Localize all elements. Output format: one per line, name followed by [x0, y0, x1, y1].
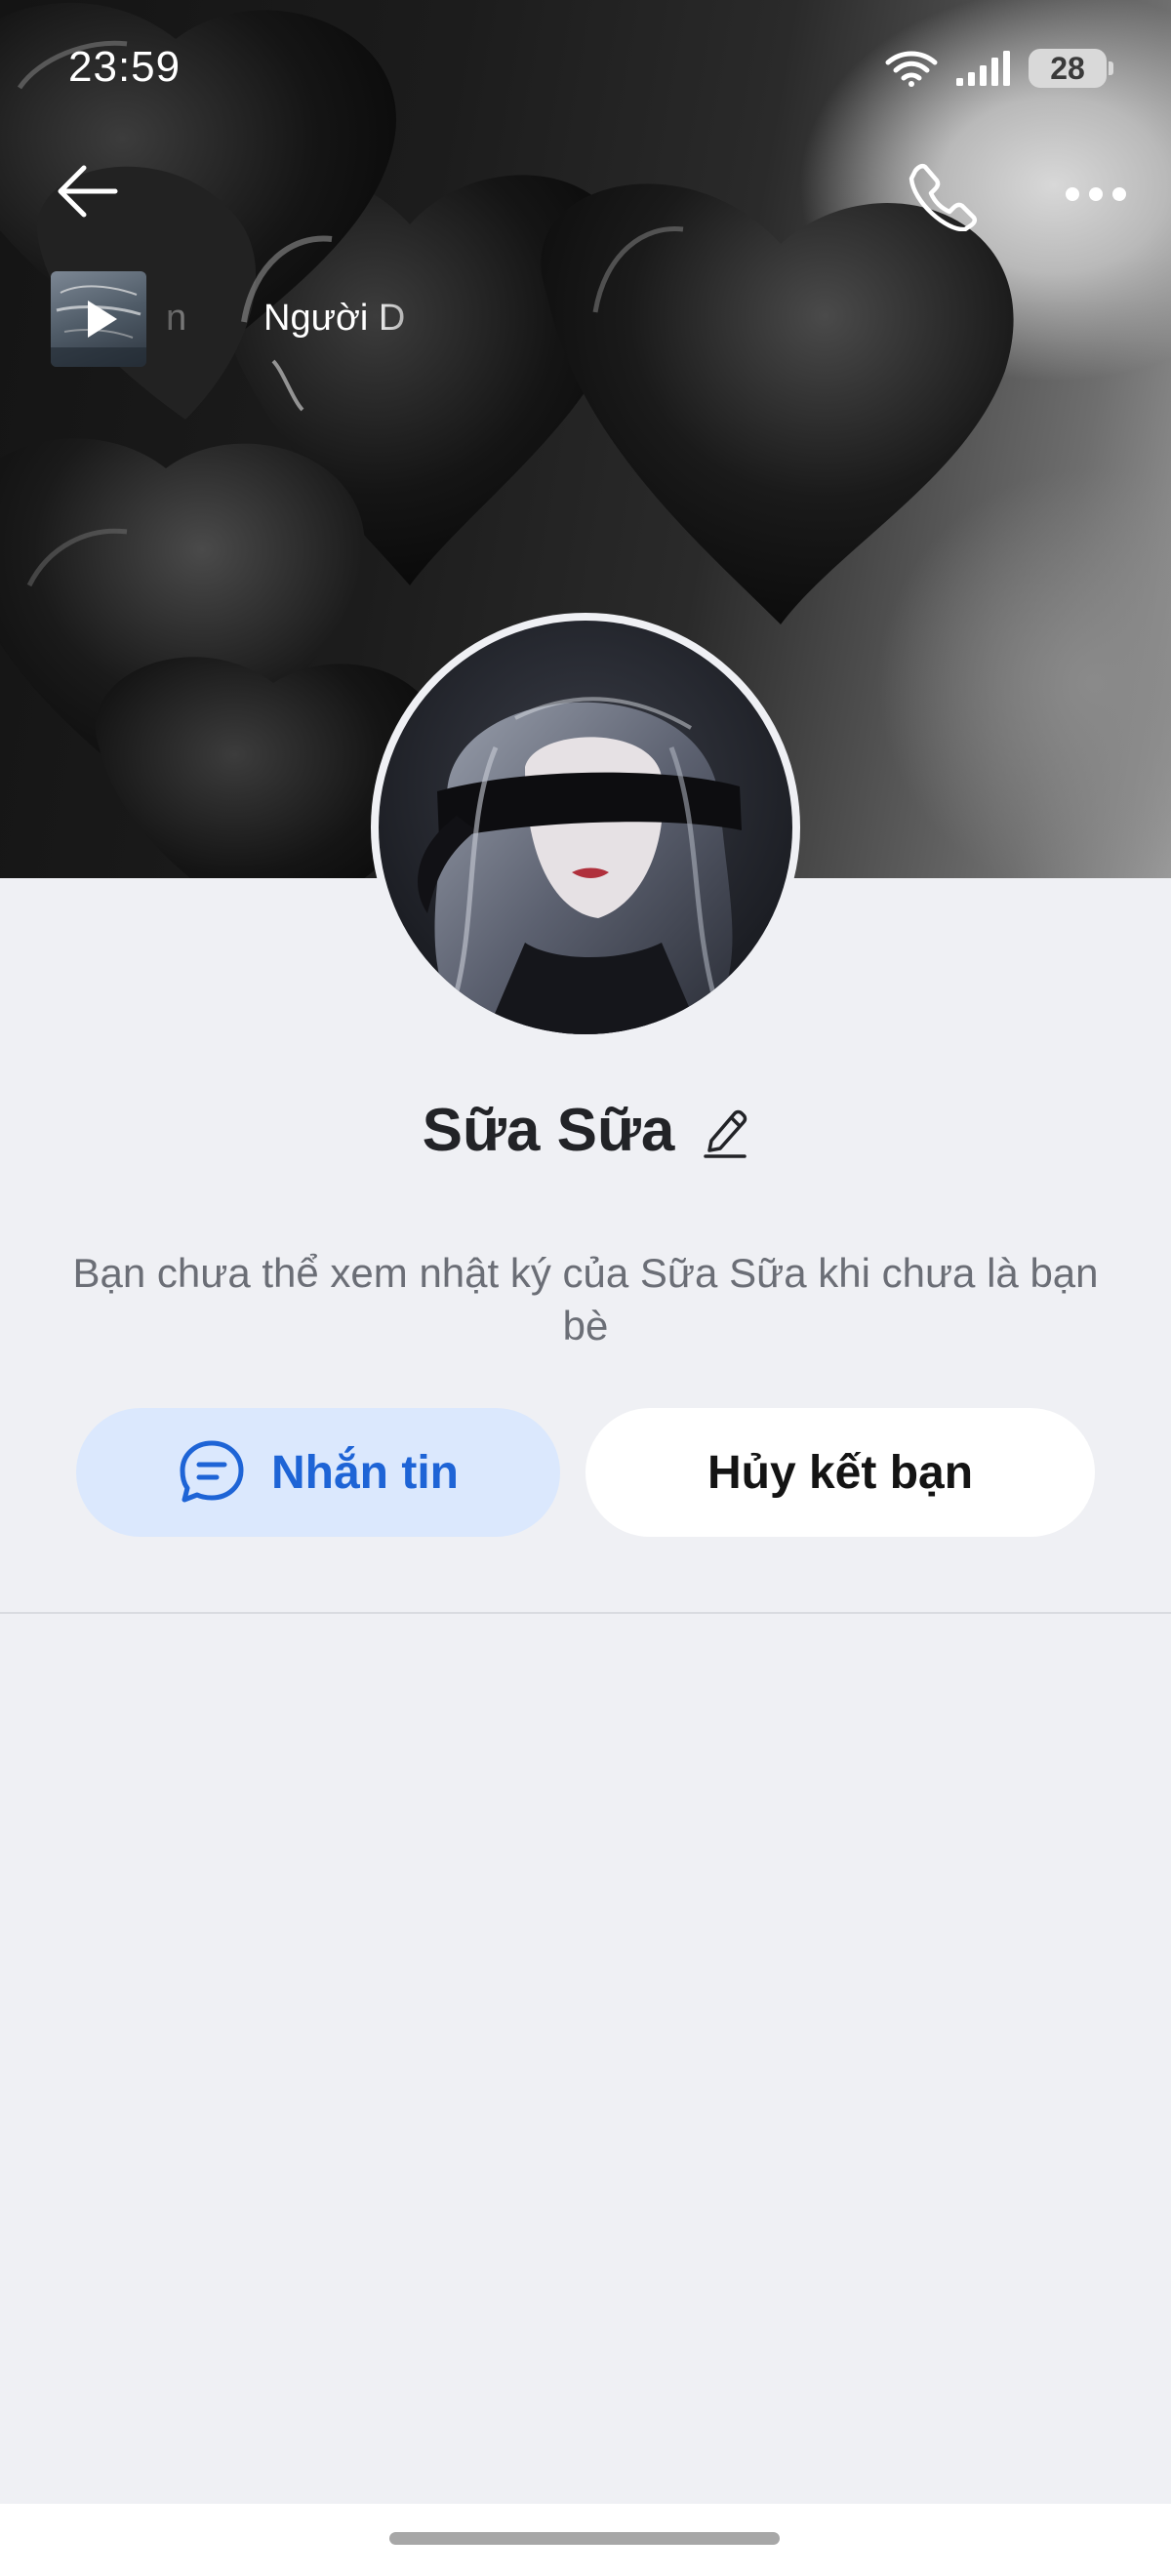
avatar-image [418, 697, 742, 1034]
message-button[interactable]: Nhắn tin [76, 1408, 560, 1537]
wifi-icon [885, 51, 938, 87]
music-cover-thumbnail [51, 271, 146, 367]
unfriend-button[interactable]: Hủy kết bạn [586, 1408, 1095, 1537]
play-icon[interactable] [88, 301, 117, 338]
avatar-frame [371, 613, 800, 1042]
arrow-left-icon[interactable] [55, 158, 121, 224]
music-chip[interactable]: n Người D [51, 271, 459, 367]
profile-name-row: Sữa Sữa [0, 1091, 1171, 1169]
battery-icon: 28 [1029, 49, 1113, 88]
message-button-label: Nhắn tin [271, 1446, 459, 1499]
phone-icon[interactable] [908, 161, 978, 231]
unfriend-button-label: Hủy kết bạn [707, 1446, 974, 1499]
section-divider [0, 1612, 1171, 1614]
profile-page: 23:59 28 n Người D Sữa Sữa Bạn chưa thể … [0, 0, 1171, 2576]
edit-pencil-icon[interactable] [702, 1106, 748, 1158]
avatar[interactable] [379, 621, 792, 1034]
diary-restriction-text: Bạn chưa thể xem nhật ký của Sữa Sữa khi… [72, 1250, 1099, 1348]
chat-bubble-icon [180, 1440, 244, 1503]
signal-icon [956, 51, 1010, 86]
home-indicator[interactable] [389, 2532, 780, 2545]
profile-name: Sữa Sữa [422, 1096, 675, 1164]
music-marquee: n Người D [166, 290, 459, 348]
status-time: 23:59 [68, 43, 182, 91]
more-dots-icon[interactable] [1064, 178, 1128, 211]
music-title: Người D [263, 298, 406, 339]
battery-level: 28 [1050, 50, 1085, 86]
status-icons: 28 [884, 49, 1113, 88]
music-title-previous: n [166, 298, 187, 339]
